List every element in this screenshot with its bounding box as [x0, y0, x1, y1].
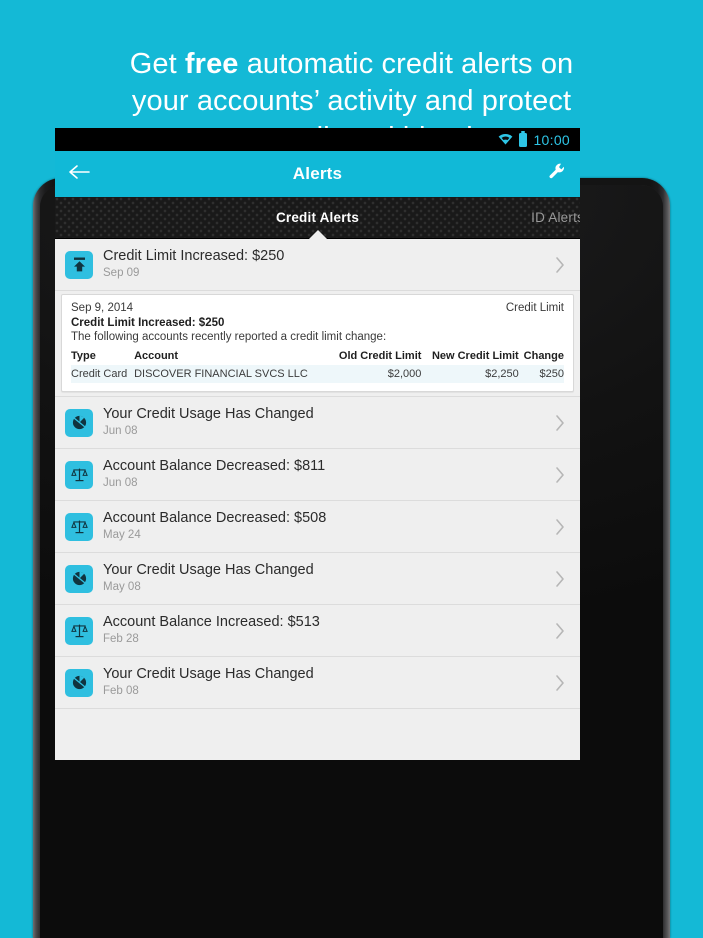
alert-date: May 24	[103, 529, 141, 541]
alert-row-text: Your Credit Usage Has Changed Jun 08	[103, 406, 548, 439]
battery-icon	[519, 130, 528, 147]
status-time: 10:00	[533, 131, 570, 148]
back-arrow-icon	[68, 164, 90, 185]
headline-text-bold: free	[184, 48, 239, 80]
alert-row-text: Your Credit Usage Has Changed May 08	[103, 562, 548, 595]
settings-button[interactable]	[534, 151, 580, 197]
alert-row-credit-usage-jun08[interactable]: Your Credit Usage Has Changed Jun 08	[55, 397, 580, 449]
headline-text-post: automatic credit alerts on	[238, 48, 574, 80]
credit-limit-increase-icon	[65, 250, 93, 279]
alert-title: Account Balance Increased: $513	[103, 614, 320, 630]
cell-account: DISCOVER FINANCIAL SVCS LLC	[134, 365, 329, 383]
alert-row-balance-decreased-508[interactable]: Account Balance Decreased: $508 May 24	[55, 501, 580, 553]
detail-description: The following accounts recently reported…	[71, 331, 387, 343]
alert-title: Your Credit Usage Has Changed	[103, 666, 314, 682]
chevron-right-icon[interactable]	[548, 518, 572, 536]
col-old-credit-limit: Old Credit Limit	[338, 350, 422, 362]
alert-row-balance-increased-513[interactable]: Account Balance Increased: $513 Feb 28	[55, 605, 580, 657]
credit-usage-pie-icon	[65, 564, 93, 593]
chevron-right-icon[interactable]	[548, 466, 572, 484]
alert-row-text: Account Balance Decreased: $811 Jun 08	[103, 458, 548, 491]
detail-heading: Credit Limit Increased: $250	[71, 317, 225, 329]
detail-category: Credit Limit	[505, 302, 564, 314]
alert-detail-card: Sep 9, 2014 Credit Limit Credit Limit In…	[61, 294, 574, 392]
alert-row-credit-usage-may08[interactable]: Your Credit Usage Has Changed May 08	[55, 553, 580, 605]
tab-bar: Credit Alerts ID Alerts	[55, 197, 580, 239]
headline-line-2: your accounts’ activity and protect	[131, 85, 572, 117]
alert-row-text: Account Balance Decreased: $508 May 24	[103, 510, 548, 543]
status-bar: 10:00	[55, 128, 580, 151]
headline-text-pre: Get	[129, 48, 185, 80]
wrench-icon	[548, 162, 567, 186]
credit-usage-pie-icon	[65, 668, 93, 697]
alert-title: Your Credit Usage Has Changed	[103, 406, 314, 422]
tab-credit-alerts[interactable]: Credit Alerts	[55, 210, 580, 225]
back-button[interactable]	[55, 151, 103, 197]
tab-id-alerts[interactable]: ID Alerts	[531, 210, 580, 225]
detail-table-header-row: Type Account Old Credit Limit New Credit…	[71, 350, 564, 365]
active-tab-pointer	[308, 230, 327, 239]
app-bar: Alerts	[55, 151, 580, 197]
chevron-right-icon[interactable]	[548, 256, 572, 274]
col-change: Change	[523, 350, 564, 362]
chevron-right-icon[interactable]	[548, 570, 572, 588]
col-account: Account	[134, 350, 179, 362]
account-balance-scales-icon	[65, 512, 93, 541]
alert-title: Credit Limit Increased: $250	[103, 248, 285, 264]
chevron-right-icon[interactable]	[548, 622, 572, 640]
alert-title: Account Balance Decreased: $508	[103, 510, 327, 526]
alert-detail-container: Sep 9, 2014 Credit Limit Credit Limit In…	[55, 291, 580, 397]
chevron-right-icon[interactable]	[548, 674, 572, 692]
alert-date: Feb 08	[103, 685, 139, 697]
alert-date: Jun 08	[103, 425, 138, 437]
account-balance-scales-icon	[65, 616, 93, 645]
detail-table-row: Credit Card DISCOVER FINANCIAL SVCS LLC …	[71, 365, 564, 383]
headline-line-1: Get free automatic credit alerts on	[130, 48, 574, 80]
device-screen: 10:00 Alerts Credit Alerts ID Alerts Cre…	[55, 128, 580, 760]
alerts-list[interactable]: Credit Limit Increased: $250 Sep 09 Sep …	[55, 239, 580, 760]
wifi-icon	[498, 134, 513, 145]
alert-row-text: Account Balance Increased: $513 Feb 28	[103, 614, 548, 647]
cell-new-credit-limit: $2,250	[421, 365, 519, 383]
detail-date: Sep 9, 2014	[71, 302, 134, 314]
alert-date: Sep 09	[103, 267, 140, 279]
alert-row-credit-usage-feb08[interactable]: Your Credit Usage Has Changed Feb 08	[55, 657, 580, 709]
detail-header-row: Sep 9, 2014 Credit Limit	[71, 302, 564, 314]
alert-title: Account Balance Decreased: $811	[103, 458, 326, 474]
alert-row-balance-decreased-811[interactable]: Account Balance Decreased: $811 Jun 08	[55, 449, 580, 501]
account-balance-scales-icon	[65, 460, 93, 489]
col-type: Type	[71, 350, 96, 362]
cell-type: Credit Card	[71, 365, 135, 383]
alert-row-text: Credit Limit Increased: $250 Sep 09	[103, 248, 548, 281]
page-title: Alerts	[292, 164, 343, 183]
cell-change: $250	[518, 365, 564, 383]
cell-old-credit-limit: $2,000	[328, 365, 422, 383]
alert-date: Jun 08	[103, 477, 138, 489]
alert-date: May 08	[103, 581, 141, 593]
col-new-credit-limit: New Credit Limit	[431, 350, 519, 362]
alert-row-text: Your Credit Usage Has Changed Feb 08	[103, 666, 548, 699]
detail-table: Type Account Old Credit Limit New Credit…	[71, 350, 564, 383]
alert-row-credit-limit[interactable]: Credit Limit Increased: $250 Sep 09	[55, 239, 580, 291]
chevron-right-icon[interactable]	[548, 414, 572, 432]
alert-date: Feb 28	[103, 633, 139, 645]
alert-title: Your Credit Usage Has Changed	[103, 562, 314, 578]
credit-usage-pie-icon	[65, 408, 93, 437]
